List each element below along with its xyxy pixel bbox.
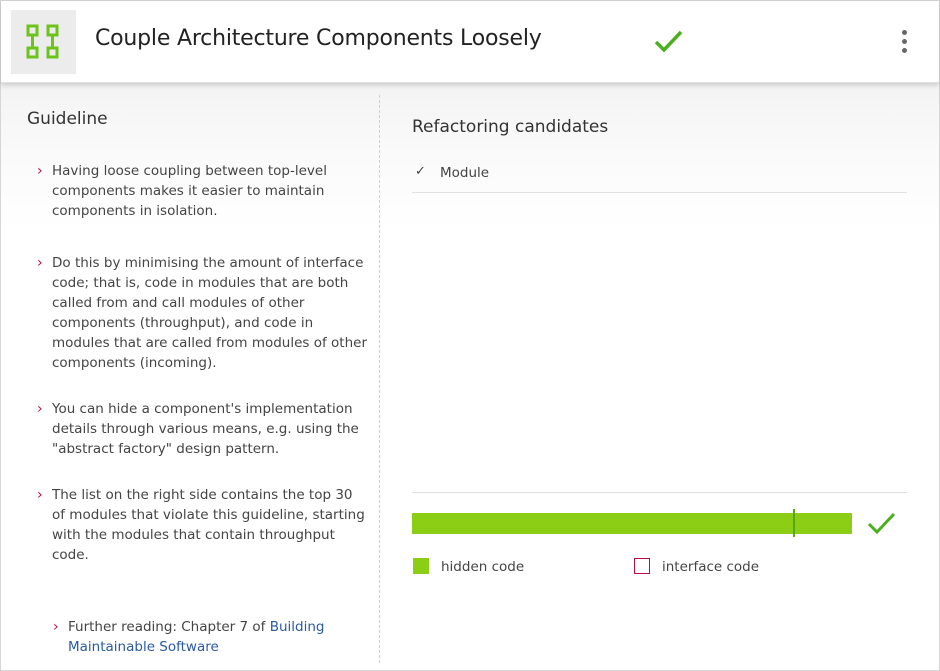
guideline-bullet: › The list on the right side contains the… [37, 487, 365, 563]
guideline-bullet: › You can hide a component's implementati… [37, 401, 359, 457]
legend-swatch-hidden [413, 558, 429, 574]
refactoring-candidates-panel: Refactoring candidates ✓ Module hidden c… [412, 83, 907, 670]
guideline-heading: Guideline [27, 109, 108, 129]
guideline-bullet: › Having loose coupling between top-level… [37, 163, 327, 219]
guideline-panel: Guideline › Having loose coupling between… [27, 109, 367, 655]
chevron-right-icon: › [37, 487, 43, 503]
candidates-heading: Refactoring candidates [412, 117, 609, 137]
module-column-header[interactable]: Module [440, 165, 489, 181]
checkmark-icon [654, 30, 683, 53]
further-reading: › Further reading: Chapter 7 of Building … [53, 619, 325, 655]
guideline-title: Couple Architecture Components Loosely [95, 26, 542, 51]
legend-hidden-code: hidden code [413, 558, 524, 575]
card-header: Couple Architecture Components Loosely [1, 1, 939, 83]
column-divider [379, 95, 380, 663]
more-vertical-icon[interactable] [897, 30, 913, 56]
components-grid-icon [26, 24, 59, 59]
candidates-table-header[interactable]: ✓ Module [412, 163, 907, 193]
hidden-code-bar [412, 509, 852, 537]
card-body: Guideline › Having loose coupling between… [1, 83, 939, 670]
chevron-right-icon: › [37, 255, 43, 271]
guideline-bullet: › Do this by minimising the amount of int… [37, 255, 368, 371]
check-column-icon: ✓ [415, 164, 426, 179]
legend-interface-code: interface code [634, 558, 759, 575]
checkmark-icon [867, 512, 896, 535]
guideline-logo [11, 10, 76, 74]
threshold-marker [793, 509, 795, 537]
legend-swatch-interface [634, 558, 650, 574]
guideline-card: Couple Architecture Components Loosely G… [0, 0, 940, 671]
guideline-bullet-list: › Having loose coupling between top-level… [27, 161, 367, 591]
chevron-right-icon: › [53, 619, 59, 635]
separator [412, 492, 907, 493]
chevron-right-icon: › [37, 401, 43, 417]
chevron-right-icon: › [37, 163, 43, 179]
